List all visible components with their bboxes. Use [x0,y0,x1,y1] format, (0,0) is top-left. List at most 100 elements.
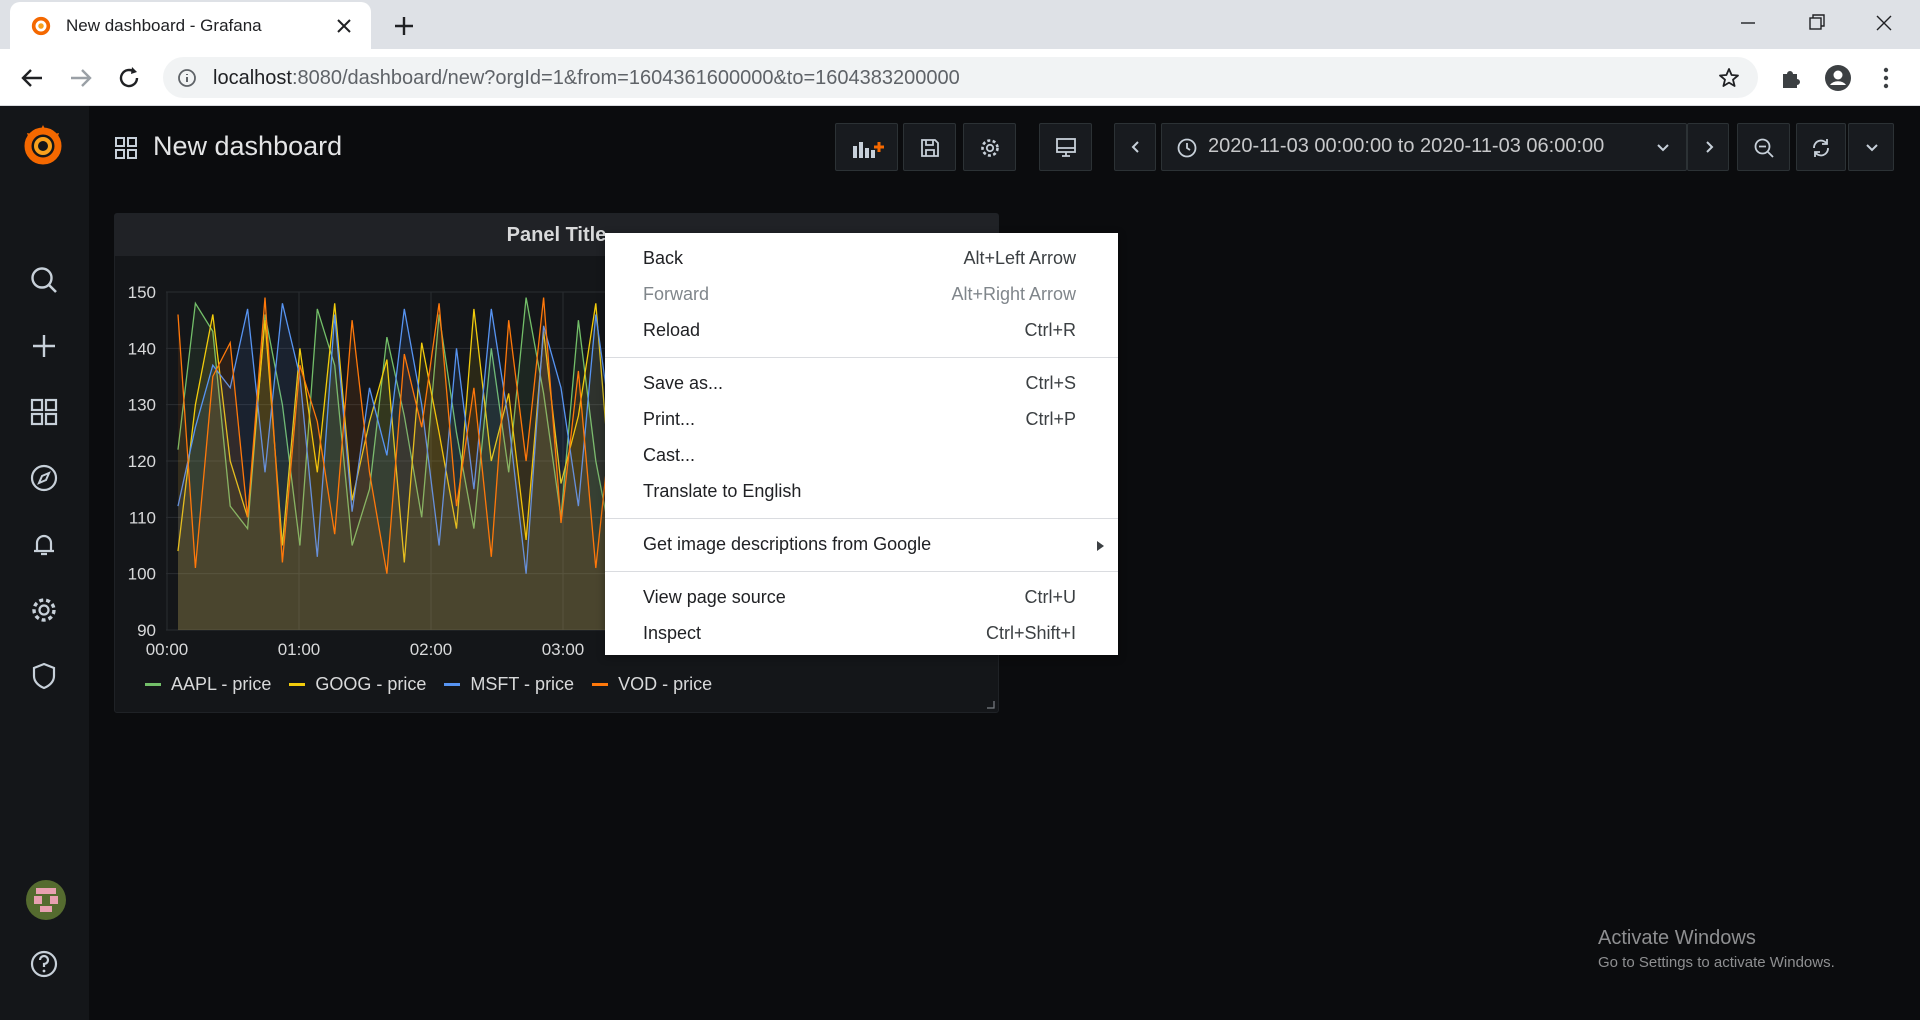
y-tick-label: 110 [129,508,156,527]
y-tick-label: 100 [128,565,156,584]
server-admin-shield-icon[interactable] [26,658,62,694]
site-info-icon[interactable] [177,68,197,88]
browser-menu-icon[interactable] [1870,62,1902,94]
menu-item-print[interactable]: Print... Ctrl+P [605,402,1118,438]
menu-item-label: Translate to English [643,481,802,501]
dashboards-grid-icon[interactable] [26,394,62,430]
watermark-title: Activate Windows [1598,927,1756,949]
url-host: localhost [213,67,292,89]
chevron-left-icon [1131,141,1139,153]
menu-item-label: Get image descriptions from Google [643,534,932,554]
extensions-puzzle-icon[interactable] [1775,62,1807,94]
windows-activation-watermark: Activate Windows Go to Settings to activ… [1598,927,1835,971]
url-text: localhost:8080/dashboard/new?orgId=1&fro… [213,67,960,90]
help-question-icon[interactable] [26,946,62,982]
legend-swatch [444,683,461,686]
resize-handle-icon[interactable] [985,699,995,709]
browser-tab[interactable]: New dashboard - Grafana [10,2,371,49]
grafana-favicon-icon [31,16,51,36]
y-tick-label: 130 [128,396,156,415]
menu-item-label: Save as... [643,373,724,393]
x-tick-label: 01:00 [278,640,321,659]
url-path: :8080/dashboard/new?orgId=1&from=1604361… [291,67,960,89]
legend-swatch [289,683,306,686]
x-tick-label: 00:00 [146,640,189,659]
time-picker-button[interactable]: 2020-11-03 00:00:00 to 2020-11-03 06:00:… [1161,123,1687,171]
dashboard-title[interactable]: New dashboard [153,131,342,162]
menu-item-reload[interactable]: Reload Ctrl+R [605,313,1118,349]
create-plus-icon[interactable] [26,328,62,364]
menu-item-cast[interactable]: Cast... [605,438,1118,474]
context-menu: Back Alt+Left Arrow Forward Alt+Right Ar… [605,233,1118,655]
menu-item-label: Forward [643,284,710,304]
forward-arrow-icon[interactable] [65,62,97,94]
refresh-interval-dropdown[interactable] [1848,123,1894,171]
settings-gear-icon [981,139,999,157]
user-avatar[interactable] [26,880,66,920]
back-arrow-icon[interactable] [16,62,48,94]
save-dashboard-button[interactable] [903,123,956,171]
refresh-button[interactable] [1796,123,1846,171]
legend-item[interactable]: VOD - price [592,674,712,695]
refresh-icon [1813,139,1829,157]
reload-icon[interactable] [113,62,145,94]
menu-item-shortcut: Alt+Left Arrow [963,248,1076,268]
legend-label: MSFT - price [470,674,575,694]
submenu-arrow-icon [1097,541,1104,551]
menu-item-label: Cast... [643,445,696,465]
menu-item-save-as[interactable]: Save as... Ctrl+S [605,366,1118,402]
time-range-text: 2020-11-03 00:00:00 to 2020-11-03 06:00:… [1208,135,1605,157]
address-bar[interactable]: localhost:8080/dashboard/new?orgId=1&fro… [163,57,1758,98]
clock-icon [1177,138,1197,158]
menu-separator [605,571,1118,572]
bookmark-star-icon[interactable] [1717,66,1741,90]
menu-item-label: Inspect [643,623,702,643]
menu-item-view-source[interactable]: View page source Ctrl+U [605,580,1118,616]
configuration-gear-icon[interactable] [26,592,62,628]
new-tab-icon[interactable] [390,12,418,40]
search-icon[interactable] [26,262,62,298]
menu-item-translate[interactable]: Translate to English [605,474,1118,510]
menu-item-label: Reload [643,320,701,340]
time-range-back-button[interactable] [1114,123,1156,171]
cycle-view-mode-button[interactable] [1039,123,1092,171]
legend-label: AAPL - price [171,674,272,694]
tab-close-icon[interactable] [332,14,356,38]
save-icon [921,139,939,157]
alerting-bell-icon[interactable] [26,526,62,562]
add-panel-icon [853,142,884,158]
menu-item-forward[interactable]: Forward Alt+Right Arrow [605,277,1118,313]
profile-avatar-icon[interactable] [1822,62,1854,94]
menu-item-label: Back [643,248,684,268]
panel-title-text: Panel Title [506,224,607,246]
legend-item[interactable]: MSFT - price [444,674,574,695]
menu-item-shortcut: Ctrl+Shift+I [985,623,1076,643]
menu-item-shortcut: Ctrl+U [1024,587,1076,607]
legend-item[interactable]: AAPL - price [145,674,271,695]
legend-swatch [592,683,609,686]
menu-item-inspect[interactable]: Inspect Ctrl+Shift+I [605,616,1118,652]
y-tick-label: 120 [128,452,156,471]
menu-item-shortcut: Ctrl+S [1025,373,1076,393]
restore-icon[interactable] [1796,8,1836,38]
legend-label: VOD - price [618,674,713,694]
legend-swatch [145,683,161,686]
monitor-icon [1056,138,1076,157]
chart-legend: AAPL - price GOOG - price MSFT - price VOD … [145,674,712,695]
menu-item-image-descriptions[interactable]: Get image descriptions from Google [605,527,1118,563]
chevron-down-icon [1657,144,1669,152]
minimize-icon[interactable] [1728,8,1768,38]
menu-item-back[interactable]: Back Alt+Left Arrow [605,241,1118,277]
legend-item[interactable]: GOOG - price [289,674,426,695]
menu-item-label: Print... [643,409,696,429]
zoom-out-icon [1754,138,1774,158]
dashboard-settings-button[interactable] [963,123,1016,171]
explore-compass-icon[interactable] [26,460,62,496]
grafana-logo-icon[interactable] [19,121,67,169]
zoom-out-button[interactable] [1737,123,1790,171]
close-window-icon[interactable] [1864,8,1904,38]
add-panel-button[interactable] [835,123,898,171]
side-menu [0,106,89,1020]
time-range-forward-button[interactable] [1687,123,1729,171]
menu-separator [605,518,1118,519]
